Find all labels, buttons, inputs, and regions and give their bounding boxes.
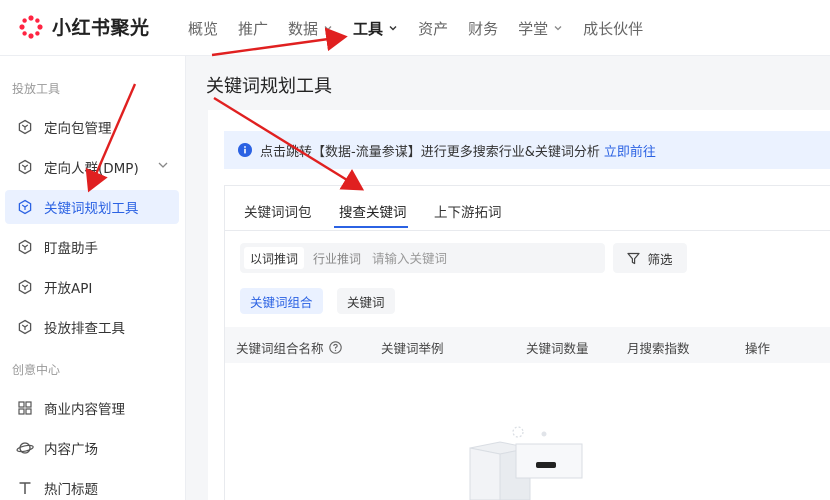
brand-name: 小红书聚光 bbox=[52, 17, 150, 39]
top-navbar: 小红书聚光 概览 推广 数据 工具 资产 财务 学堂 成长伙伴 bbox=[0, 0, 830, 56]
sidebar-item-label: 内容广场 bbox=[44, 442, 98, 458]
keyword-search-input[interactable] bbox=[372, 244, 602, 272]
column-header: 月搜索指数 bbox=[627, 341, 690, 356]
sidebar-item-keyword-planner[interactable]: 关键词规划工具 bbox=[5, 190, 179, 224]
column-header: 关键词举例 bbox=[381, 341, 444, 356]
sidebar-item-hot-titles[interactable]: 热门标题 bbox=[5, 471, 179, 500]
filter-button[interactable]: 筛选 bbox=[613, 243, 687, 273]
sidebar-item-troubleshoot-tool[interactable]: 投放排查工具 bbox=[5, 310, 179, 344]
sidebar-item-label: 定向包管理 bbox=[44, 121, 112, 137]
banner-text: 点击跳转【数据-流量参谋】进行更多搜索行业&关键词分析 bbox=[260, 144, 600, 160]
filter-label: 筛选 bbox=[647, 251, 673, 267]
text-icon bbox=[16, 479, 34, 497]
nav-label: 工具 bbox=[353, 19, 384, 38]
sidebar-section-title: 创意中心 bbox=[12, 363, 61, 377]
column-header: 关键词数量 bbox=[526, 341, 589, 356]
nav-item-growth-partner[interactable]: 成长伙伴 bbox=[583, 18, 643, 39]
grid-icon bbox=[16, 399, 34, 417]
nav-item-academy[interactable]: 学堂 bbox=[518, 18, 563, 39]
sidebar-section-title: 投放工具 bbox=[12, 82, 61, 96]
nav-label: 学堂 bbox=[518, 19, 549, 38]
sidebar: 投放工具 定向包管理 定向人群(DMP) 关键词规划工具 盯盘助手 开放API … bbox=[0, 56, 186, 500]
mode-industry[interactable]: 行业推词 bbox=[307, 247, 367, 269]
brand-mark-icon bbox=[19, 14, 43, 39]
brand-logo[interactable]: 小红书聚光 bbox=[18, 13, 150, 40]
nav-item-promotion[interactable]: 推广 bbox=[238, 18, 268, 39]
help-icon[interactable] bbox=[328, 341, 342, 354]
hexagon-icon bbox=[16, 198, 34, 216]
pill-keyword-combination[interactable]: 关键词组合 bbox=[240, 288, 323, 314]
hexagon-icon bbox=[16, 118, 34, 136]
column-header: 关键词组合名称 bbox=[236, 338, 342, 357]
sidebar-item-label: 热门标题 bbox=[44, 482, 98, 498]
nav-label: 数据 bbox=[288, 19, 319, 38]
sidebar-item-label: 定向人群(DMP) bbox=[44, 161, 139, 177]
sidebar-item-monitor-assistant[interactable]: 盯盘助手 bbox=[5, 230, 179, 264]
page-title: 关键词规划工具 bbox=[206, 76, 332, 97]
nav-item-data[interactable]: 数据 bbox=[288, 18, 333, 39]
empty-state-illustration bbox=[460, 420, 590, 500]
table-header: 关键词组合名称 关键词举例 关键词数量 月搜索指数 操作 bbox=[225, 327, 830, 363]
nav-label: 资产 bbox=[418, 19, 449, 38]
chevron-down-icon bbox=[553, 23, 563, 33]
nav-label: 财务 bbox=[468, 19, 499, 38]
chevron-down-icon bbox=[157, 159, 169, 175]
sidebar-item-label: 开放API bbox=[44, 281, 93, 297]
planet-icon bbox=[16, 439, 34, 457]
nav-label: 成长伙伴 bbox=[583, 19, 644, 38]
sidebar-item-content-plaza[interactable]: 内容广场 bbox=[5, 431, 179, 465]
column-header: 操作 bbox=[745, 341, 771, 356]
tab-keyword-package[interactable]: 关键词词包 bbox=[244, 201, 312, 221]
info-banner: 点击跳转【数据-流量参谋】进行更多搜索行业&关键词分析 立即前往 bbox=[224, 131, 830, 169]
sidebar-item-open-api[interactable]: 开放API bbox=[5, 270, 179, 304]
nav-label: 概览 bbox=[188, 19, 219, 38]
nav-item-finance[interactable]: 财务 bbox=[468, 18, 498, 39]
tab-search-keyword[interactable]: 搜查关键词 bbox=[339, 201, 407, 221]
column-header-label: 关键词组合名称 bbox=[236, 341, 324, 356]
tab-bar: 关键词词包 搜查关键词 上下游拓词 bbox=[224, 185, 830, 231]
pill-keyword[interactable]: 关键词 bbox=[337, 288, 395, 314]
tab-upstream-downstream[interactable]: 上下游拓词 bbox=[434, 201, 502, 221]
nav-item-overview[interactable]: 概览 bbox=[188, 18, 218, 39]
chevron-down-icon bbox=[323, 23, 333, 33]
hexagon-icon bbox=[16, 278, 34, 296]
nav-item-assets[interactable]: 资产 bbox=[418, 18, 448, 39]
mode-word-to-word[interactable]: 以词推词 bbox=[244, 247, 305, 269]
sidebar-item-label: 盯盘助手 bbox=[44, 241, 98, 257]
sidebar-item-dmp[interactable]: 定向人群(DMP) bbox=[5, 150, 179, 184]
sidebar-item-label: 商业内容管理 bbox=[44, 402, 125, 418]
info-icon bbox=[238, 143, 252, 157]
nav-label: 推广 bbox=[238, 19, 269, 38]
filter-icon bbox=[627, 252, 641, 265]
hexagon-icon bbox=[16, 318, 34, 336]
nav-item-tools[interactable]: 工具 bbox=[353, 18, 398, 39]
sidebar-item-business-content[interactable]: 商业内容管理 bbox=[5, 391, 179, 425]
main-nav: 概览 推广 数据 工具 资产 财务 学堂 成长伙伴 bbox=[178, 0, 653, 56]
hexagon-icon bbox=[16, 158, 34, 176]
sidebar-item-label: 关键词规划工具 bbox=[44, 201, 139, 217]
sidebar-item-targeting-package[interactable]: 定向包管理 bbox=[5, 110, 179, 144]
active-tab-indicator bbox=[334, 226, 408, 228]
chevron-down-icon bbox=[388, 23, 398, 33]
hexagon-icon bbox=[16, 238, 34, 256]
banner-link[interactable]: 立即前往 bbox=[604, 141, 656, 160]
sidebar-item-label: 投放排查工具 bbox=[44, 321, 125, 337]
